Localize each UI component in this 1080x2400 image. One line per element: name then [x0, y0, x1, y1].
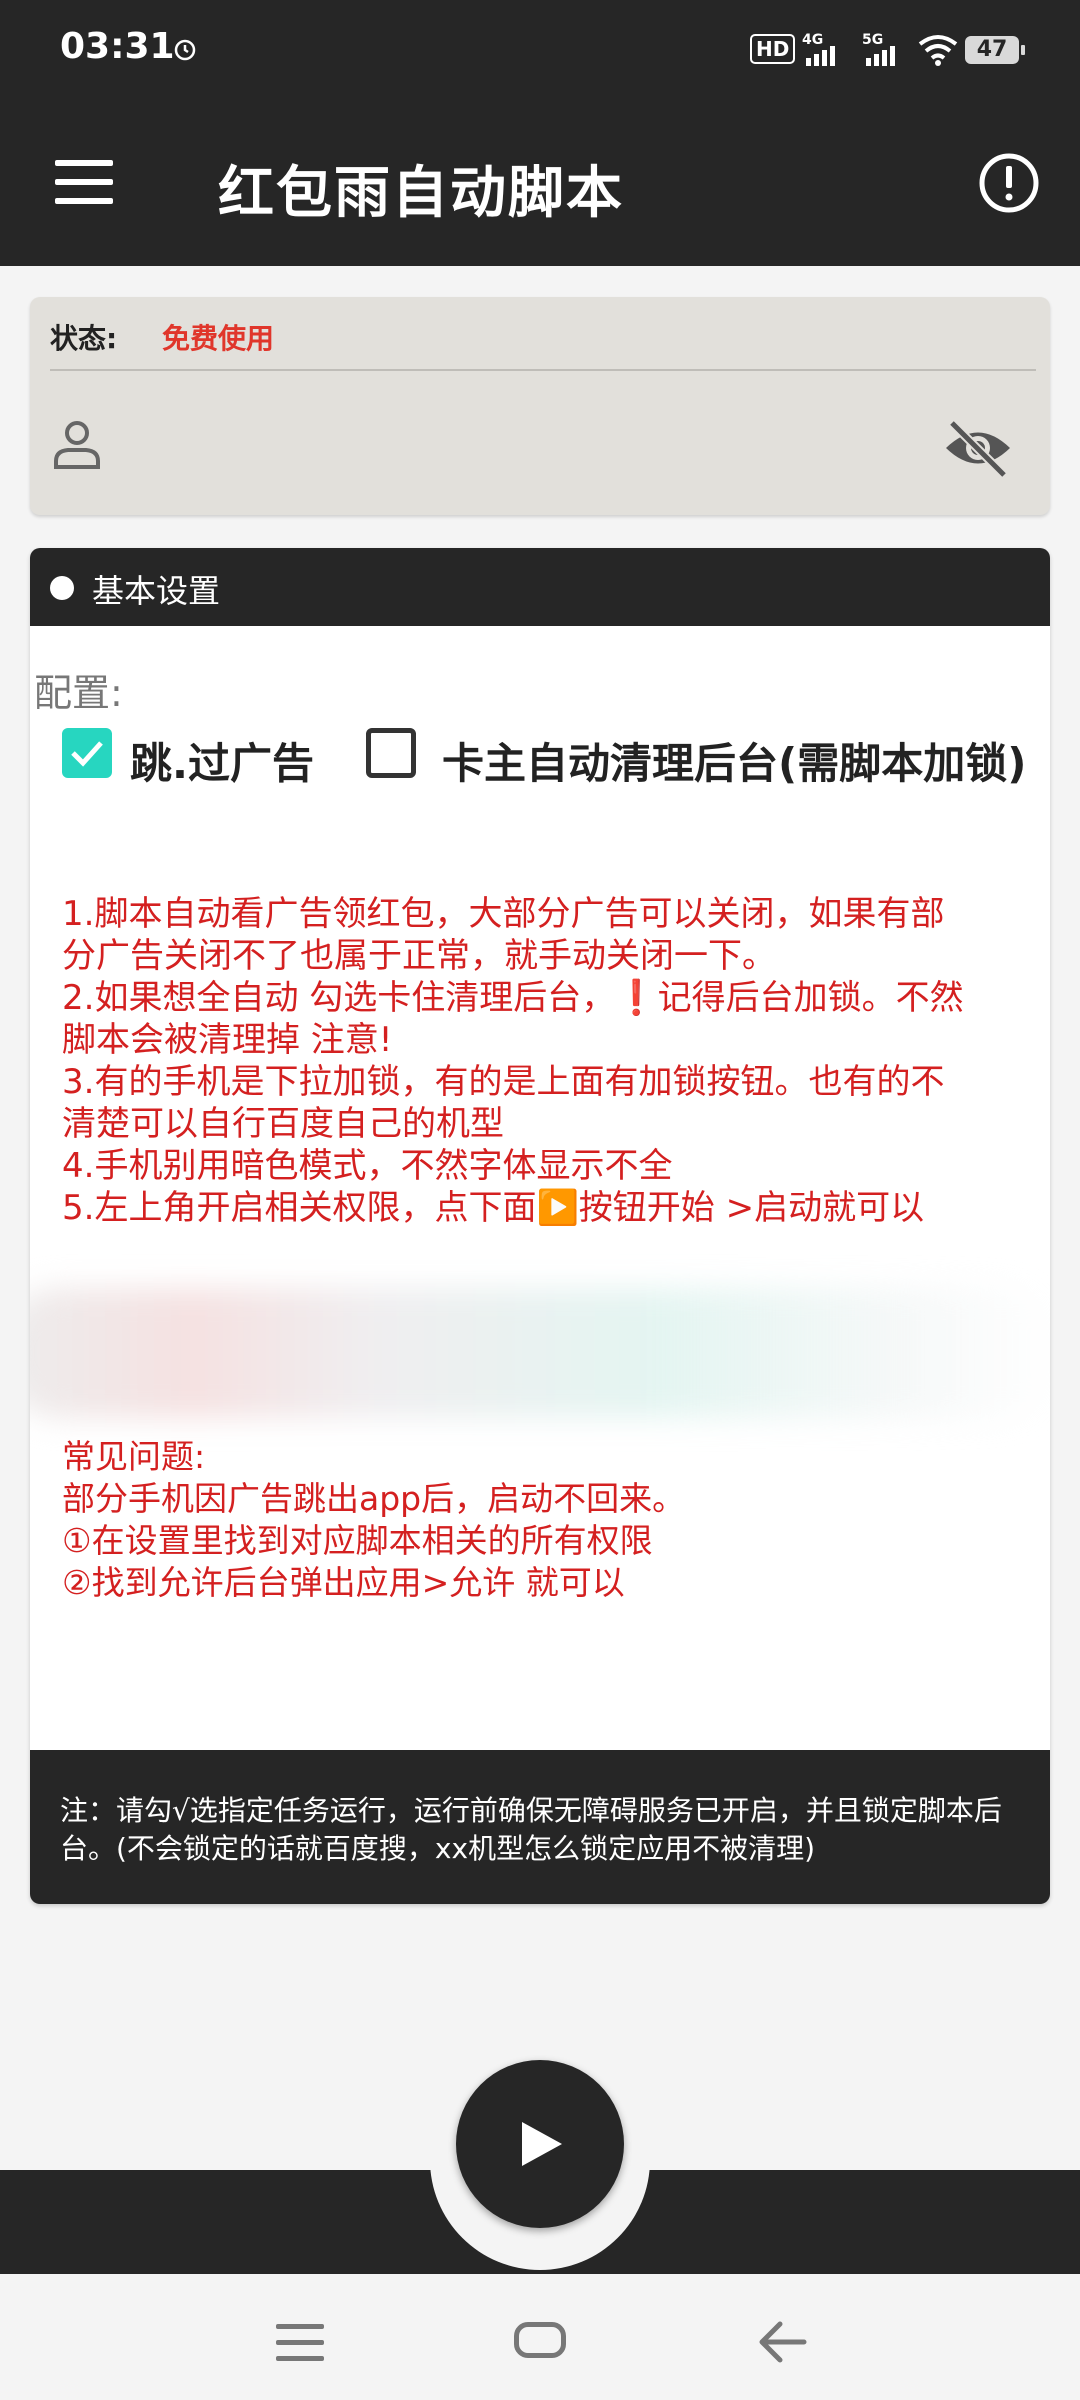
status-value: 免费使用: [162, 322, 275, 355]
auto-clean-checkbox[interactable]: [366, 728, 416, 778]
faq-line: 常见问题:: [62, 1437, 206, 1476]
start-button[interactable]: [456, 2060, 624, 2228]
instruction-line: 脚本会被清理掉 注意!: [62, 1020, 393, 1060]
alarm-icon: [174, 39, 196, 61]
play-icon: [522, 2122, 562, 2166]
bullet-icon: [50, 576, 74, 600]
user-icon: [54, 421, 100, 469]
back-arrow-icon[interactable]: [756, 2318, 808, 2366]
note-box: 注：请勾√选指定任务运行，运行前确保无障碍服务已开启，并且锁定脚本后台。(不会锁…: [30, 1750, 1050, 1904]
info-alert-icon[interactable]: [978, 152, 1040, 214]
settings-title: 基本设置: [92, 572, 221, 610]
settings-card: 基本设置 配置: 跳.过广告 卡主自动清理后台(需脚本加锁) 1.脚本自动看广告…: [30, 548, 1050, 1904]
hd-voice-icon: HD: [750, 34, 796, 64]
divider: [50, 369, 1036, 371]
wifi-icon: [918, 35, 958, 66]
blurred-redaction: [30, 1288, 1050, 1418]
faq-line: ①在设置里找到对应脚本相关的所有权限: [62, 1521, 653, 1560]
check-icon: [71, 741, 103, 767]
instruction-line: 2.如果想全自动 勾选卡住清理后台，❗记得后台加锁。不然: [62, 978, 964, 1018]
svg-text:5G: 5G: [862, 32, 883, 48]
faq-text: 常见问题: 部分手机因广告跳出app后，启动不回来。 ①在设置里找到对应脚本相关…: [62, 1436, 685, 1604]
instruction-line: 5.左上角开启相关权限，点下面▶️按钮开始 >启动就可以: [62, 1188, 925, 1228]
settings-header: 基本设置: [30, 548, 1050, 626]
status-label: 状态:: [50, 322, 118, 355]
home-icon[interactable]: [514, 2322, 566, 2358]
config-label: 配置:: [34, 671, 123, 715]
instruction-line: 清楚可以自行百度自己的机型: [62, 1104, 504, 1144]
instruction-line: 3.有的手机是下拉加锁，有的是上面有加锁按钮。也有的不: [62, 1062, 945, 1102]
instruction-line: 1.脚本自动看广告领红包，大部分广告可以关闭，如果有部: [62, 894, 945, 934]
recent-apps-icon[interactable]: [276, 2324, 324, 2362]
battery-icon: 47: [965, 36, 1025, 64]
instruction-line: 分广告关闭不了也属于正常，就手动关闭一下。: [62, 936, 776, 976]
status-bar: 03:31 HD 4G 5G 47: [0, 0, 1080, 100]
instructions-text: 1.脚本自动看广告领红包，大部分广告可以关闭，如果有部 分广告关闭不了也属于正常…: [62, 893, 1047, 1229]
status-card: 状态: 免费使用: [30, 297, 1050, 515]
system-nav-bar: [0, 2274, 1080, 2400]
skip-ads-checkbox[interactable]: [62, 728, 112, 778]
faq-line: 部分手机因广告跳出app后，启动不回来。: [62, 1479, 686, 1518]
auto-clean-label[interactable]: 卡主自动清理后台(需脚本加锁): [442, 730, 1026, 791]
eye-off-icon[interactable]: [942, 417, 1014, 479]
status-time: 03:31: [60, 26, 175, 67]
hamburger-menu-icon[interactable]: [55, 160, 113, 204]
app-bar: 红包雨自动脚本: [0, 100, 1080, 266]
app-title: 红包雨自动脚本: [218, 161, 624, 226]
instruction-line: 4.手机别用暗色模式，不然字体显示不全: [62, 1146, 673, 1186]
svg-text:4G: 4G: [802, 32, 823, 48]
signal-4g-icon: 4G: [802, 32, 835, 66]
signal-5g-icon: 5G: [862, 32, 895, 66]
skip-ads-label[interactable]: 跳.过广告: [130, 730, 314, 791]
note-text: 注：请勾√选指定任务运行，运行前确保无障碍服务已开启，并且锁定脚本后台。(不会锁…: [60, 1794, 1002, 1865]
faq-line: ②找到允许后台弹出应用>允许 就可以: [62, 1563, 625, 1602]
